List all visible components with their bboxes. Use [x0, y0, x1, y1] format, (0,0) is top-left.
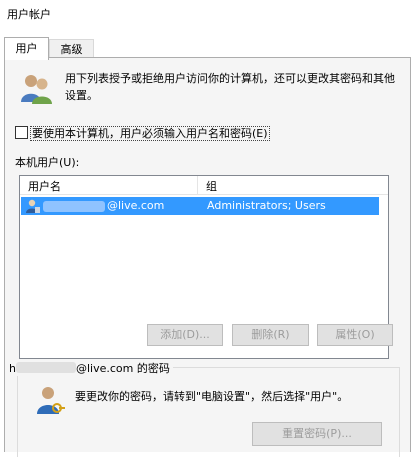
row-username: @live.com — [107, 199, 165, 212]
add-user-button[interactable]: 添加(D)... — [147, 324, 223, 346]
require-login-label[interactable]: 要使用本计算机，用户必须输入用户名和密码(E) — [30, 126, 270, 141]
title-prefix: h — [9, 362, 16, 375]
key-user-icon — [37, 387, 65, 414]
redacted-username — [43, 201, 105, 212]
column-header-username[interactable]: 用户名 — [28, 178, 61, 194]
row-group: Administrators; Users — [207, 199, 326, 212]
users-icon — [21, 75, 52, 104]
tab-strip: 用户 高级 — [0, 30, 415, 60]
list-header: 用户名 组 — [20, 176, 388, 195]
properties-button[interactable]: 属性(O) — [317, 324, 393, 346]
table-row[interactable]: @live.com Administrators; Users — [21, 197, 379, 215]
reset-password-button[interactable]: 重置密码(P)... — [252, 422, 382, 446]
redacted-name — [15, 362, 76, 373]
require-login-checkbox[interactable] — [15, 126, 28, 139]
tab-users[interactable]: 用户 — [4, 37, 49, 60]
intro-description: 用下列表授予或拒绝用户访问你的计算机，还可以更改其密码和其他设置。 — [65, 72, 395, 102]
require-login-row[interactable]: 要使用本计算机，用户必须输入用户名和密码(E) — [15, 125, 270, 141]
user-icon — [26, 199, 40, 213]
title-bar: 用户帐户 — [0, 0, 415, 26]
window-title: 用户帐户 — [7, 8, 51, 21]
local-users-label: 本机用户(U): — [15, 156, 80, 169]
users-tab-panel: 用下列表授予或拒绝用户访问你的计算机，还可以更改其密码和其他设置。 要使用本计算… — [4, 57, 411, 457]
tab-advanced[interactable]: 高级 — [49, 39, 94, 59]
column-header-group[interactable]: 组 — [206, 178, 217, 194]
column-divider[interactable] — [197, 176, 198, 194]
password-section-title: h @live.com 的密码 — [9, 360, 173, 376]
password-instruction: 要更改你的密码，请转到"电脑设置"，然后选择"用户"。 — [75, 390, 349, 403]
remove-user-button[interactable]: 删除(R) — [232, 324, 309, 346]
title-suffix: @live.com 的密码 — [75, 362, 170, 375]
